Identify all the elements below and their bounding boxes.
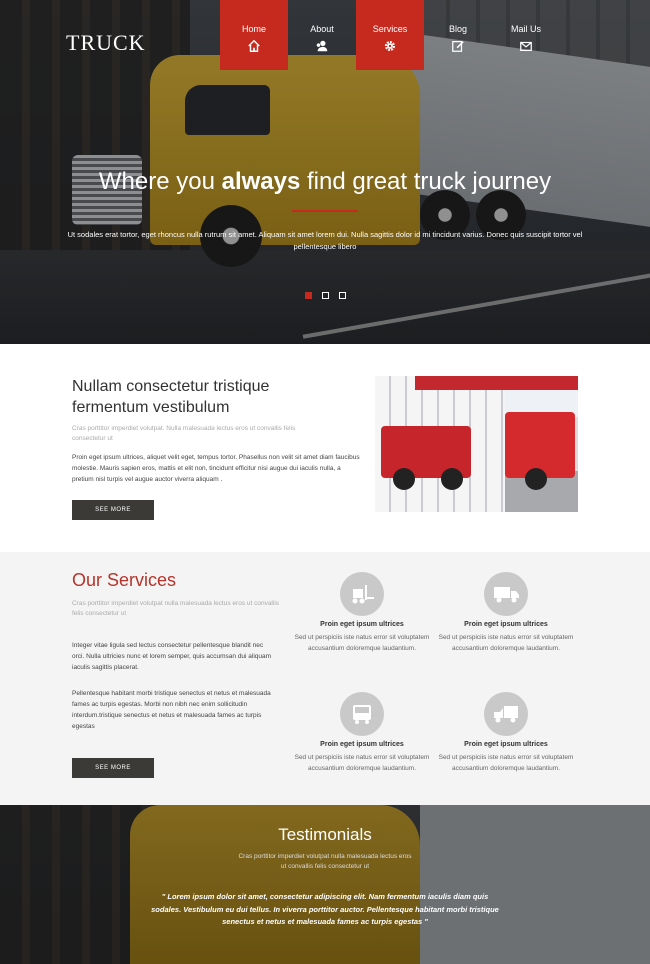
gear-icon (384, 40, 396, 52)
photo-roof (415, 376, 578, 390)
nav-item-services[interactable]: Services (356, 0, 424, 70)
hero-text: Ut sodales erat tortor, eget rhoncus nul… (67, 230, 583, 251)
photo-tyre (525, 468, 547, 490)
nav-label: Services (372, 24, 408, 34)
mail-icon (520, 41, 532, 51)
service-item[interactable]: Proin eget ipsum ultrices Sed ut perspic… (292, 692, 432, 774)
nav-item-blog[interactable]: Blog (424, 0, 492, 70)
service-item[interactable]: Proin eget ipsum ultrices Sed ut perspic… (436, 692, 576, 774)
nav-item-about[interactable]: About (288, 0, 356, 70)
hero-section: TRUCK Home About Services Blog Mail Us W… (0, 0, 650, 344)
services-paragraph-2: Pellentesque habitant morbi tristique se… (72, 690, 271, 730)
slider-dot-1[interactable] (305, 292, 312, 299)
services-section: Our Services Cras porttitor imperdiet vo… (0, 552, 650, 805)
logo[interactable]: TRUCK (66, 30, 146, 56)
hero-title-post: find great truck journey (300, 168, 552, 195)
testimonials-section: Testimonials Cras porttitor imperdiet vo… (0, 805, 650, 964)
slider-dot-3[interactable] (339, 292, 346, 299)
service-desc: Sed ut perspiciis iste natus error sit v… (294, 754, 430, 772)
forklift-icon (340, 572, 384, 616)
services-see-more-button[interactable]: SEE MORE (72, 758, 154, 778)
hero-title-bold: always (221, 168, 301, 195)
main-nav: Home About Services Blog Mail Us (220, 0, 560, 70)
service-title: Proin eget ipsum ultrices (464, 621, 548, 628)
service-item[interactable]: Proin eget ipsum ultrices Sed ut perspic… (436, 572, 576, 654)
service-title: Proin eget ipsum ultrices (320, 621, 404, 628)
service-title: Proin eget ipsum ultrices (464, 741, 548, 748)
photo-tyre (441, 468, 463, 490)
delivery-truck-icon (484, 692, 528, 736)
nav-label: Home (241, 24, 266, 34)
service-item[interactable]: Proin eget ipsum ultrices Sed ut perspic… (292, 572, 432, 654)
nav-item-mail[interactable]: Mail Us (492, 0, 560, 70)
nav-label: Blog (448, 24, 467, 34)
service-desc: Sed ut perspiciis iste natus error sit v… (294, 634, 430, 652)
fire-trucks-image (375, 376, 578, 512)
truck-icon (484, 572, 528, 616)
testimonials-subtitle: Cras porttitor imperdiet volutpat nulla … (238, 853, 412, 870)
edit-icon (452, 41, 464, 52)
about-subtitle: Cras porttitor imperdiet volutpat. Nulla… (72, 425, 296, 442)
nav-item-home[interactable]: Home (220, 0, 288, 70)
service-desc: Sed ut perspiciis iste natus error sit v… (438, 754, 574, 772)
services-paragraph-1: Integer vitae ligula sed lectus consecte… (72, 642, 272, 671)
bus-icon (340, 692, 384, 736)
testimonials-title: Testimonials (278, 825, 372, 844)
about-body: Proin eget ipsum ultrices, aliquet velit… (72, 454, 360, 483)
photo-tyre (393, 468, 415, 490)
home-icon (248, 39, 260, 52)
nav-label: About (310, 24, 334, 34)
service-desc: Sed ut perspiciis iste natus error sit v… (438, 634, 574, 652)
about-see-more-button[interactable]: SEE MORE (72, 500, 154, 520)
services-title: Our Services (72, 570, 177, 590)
users-icon (316, 40, 328, 52)
nav-label: Mail Us (510, 24, 541, 34)
hero-title-pre: Where you (98, 168, 222, 195)
about-section: Nullam consectetur tristique fermentum v… (0, 344, 650, 552)
slider-dot-2[interactable] (322, 292, 329, 299)
hero-divider (292, 210, 358, 212)
slider-dots (305, 292, 346, 299)
service-title: Proin eget ipsum ultrices (320, 741, 404, 748)
about-title: Nullam consectetur tristique fermentum v… (72, 378, 270, 416)
testimonial-quote: " Lorem ipsum dolor sit amet, consectetu… (151, 892, 499, 926)
services-subtitle: Cras porttitor imperdiet volutpat nulla … (72, 600, 280, 617)
hero-title: Where you always find great truck journe… (0, 168, 650, 196)
